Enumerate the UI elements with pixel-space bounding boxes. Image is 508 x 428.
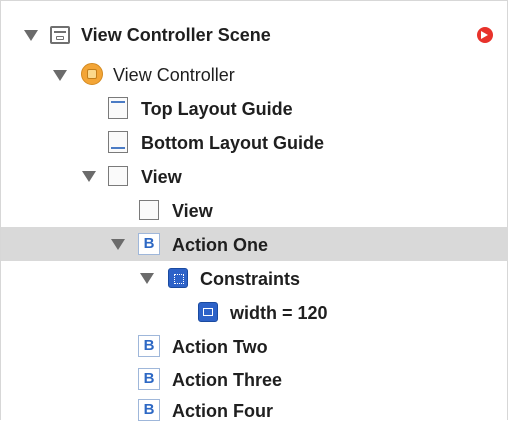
outline-row-label: Action Four xyxy=(172,401,273,421)
outline-row-action-three[interactable]: B Action Three xyxy=(1,362,508,396)
outline-row-action-one[interactable]: B Action One xyxy=(1,227,508,261)
outline-row-view-controller-scene[interactable]: View Controller Scene xyxy=(1,18,508,52)
outline-row-view-controller[interactable]: View Controller xyxy=(1,58,508,92)
view-controller-icon xyxy=(81,63,103,85)
outline-row-bottom-layout-guide[interactable]: Bottom Layout Guide xyxy=(1,125,508,159)
outline-row-label: width = 120 xyxy=(230,303,328,323)
view-icon xyxy=(139,200,159,220)
constraints-icon xyxy=(168,268,188,288)
scene-icon xyxy=(50,26,70,44)
outline-row-label: View xyxy=(172,201,213,221)
disclosure-triangle-icon[interactable] xyxy=(140,273,154,284)
outline-row-label: Action Three xyxy=(172,370,283,390)
outline-row-width-constraint[interactable]: width = 120 xyxy=(1,295,508,329)
view-icon xyxy=(108,166,128,186)
button-icon: B xyxy=(138,233,160,255)
top-layout-guide-icon xyxy=(108,97,128,119)
outline-row-label: Top Layout Guide xyxy=(141,99,293,119)
width-constraint-icon xyxy=(198,302,218,322)
document-outline: View Controller Scene View Controller To… xyxy=(0,0,508,421)
outline-row-label: Constraints xyxy=(200,269,301,289)
outline-row-label: View Controller Scene xyxy=(81,25,271,45)
disclosure-triangle-icon[interactable] xyxy=(24,30,38,41)
outline-row-label: Action One xyxy=(172,235,269,255)
outline-row-action-four[interactable]: B Action Four xyxy=(1,394,508,428)
outline-row-action-two[interactable]: B Action Two xyxy=(1,329,508,363)
bottom-layout-guide-icon xyxy=(108,131,128,153)
outline-row-label: Action Two xyxy=(172,337,268,357)
button-icon: B xyxy=(138,399,160,421)
disclosure-triangle-icon[interactable] xyxy=(111,239,125,250)
outline-row-label: View Controller xyxy=(113,65,235,85)
disclosure-triangle-icon[interactable] xyxy=(53,70,67,81)
warning-arrow-icon[interactable] xyxy=(477,27,493,43)
outline-row-label: Bottom Layout Guide xyxy=(141,133,324,153)
button-icon: B xyxy=(138,335,160,357)
outline-row-view-child[interactable]: View xyxy=(1,193,508,227)
outline-row-label: View xyxy=(141,167,182,187)
button-icon: B xyxy=(138,368,160,390)
outline-row-constraints[interactable]: Constraints xyxy=(1,261,508,295)
outline-row-top-layout-guide[interactable]: Top Layout Guide xyxy=(1,91,508,125)
outline-row-view[interactable]: View xyxy=(1,159,508,193)
disclosure-triangle-icon[interactable] xyxy=(82,171,96,182)
